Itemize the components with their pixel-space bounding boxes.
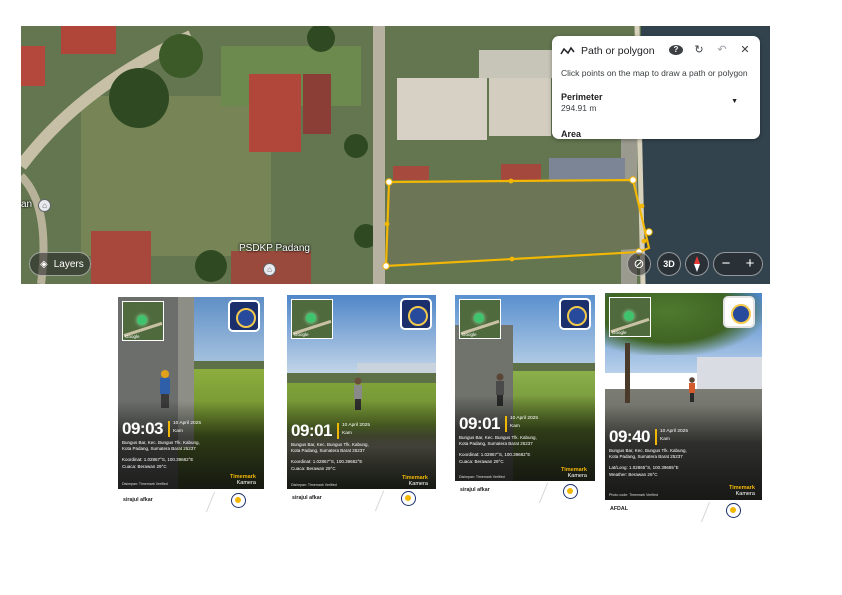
photo-address-2: Kota Padang, Sumatera Barat 25237	[459, 441, 533, 446]
zoom-in-button[interactable]: +	[738, 253, 762, 275]
layers-button[interactable]: ◈ Layers	[29, 252, 91, 276]
photo-date: 10 April 2025	[660, 429, 689, 434]
agency-badge-icon	[231, 493, 246, 508]
panel-title: Path or polygon	[581, 45, 655, 57]
photo-minimap: Google	[291, 299, 333, 339]
photo-verified: Disimpan: Timemark Verified	[122, 482, 168, 486]
geotag-photo[interactable]: Google 09:01 10 April 2025 Kam Bungus Ba…	[455, 295, 595, 481]
zoom-control: − +	[713, 252, 763, 276]
agency-emblem-icon	[228, 300, 260, 332]
photo-day: Kam	[510, 424, 520, 429]
photo-brand: Timemark Kamera	[729, 485, 755, 497]
worker-figure	[689, 377, 695, 402]
photographer-name: sirajul afkar	[460, 487, 490, 493]
place-label-left: an	[21, 199, 33, 210]
layers-label: Layers	[53, 258, 84, 270]
geotag-photo[interactable]: Google 09:01 10 April 2025 Kam Bungus Ba…	[287, 295, 436, 489]
photo-coordinates: Koordinat: 1.02867°S, 100.39682°E	[291, 459, 363, 464]
area-label: Area	[561, 129, 582, 139]
path-icon	[560, 46, 575, 55]
path-polygon-panel: Path or polygon ? ↻ ↶ ✕ Click points on …	[552, 36, 760, 139]
photo-time: 09:01	[459, 414, 500, 433]
photo-weather: Cuaca: Berawan 29°C	[122, 464, 167, 469]
photo-card[interactable]: Google 09:01 10 April 2025 Kam Bungus Ba…	[455, 295, 595, 507]
place-pin-psdkp-icon[interactable]: ⌂	[263, 263, 276, 276]
photo-day: Kam	[342, 431, 352, 436]
photo-day: Kam	[173, 429, 183, 434]
compass-button[interactable]	[685, 252, 709, 276]
undo-icon[interactable]: ↶	[715, 43, 729, 56]
photo-address-2: Kota Padang, Sumatera Barat 25237	[609, 454, 683, 459]
photo-day: Kam	[660, 437, 670, 442]
agency-emblem-icon	[559, 298, 591, 330]
photo-date: 10 April 2025	[173, 421, 202, 426]
photo-date: 10 April 2025	[342, 423, 371, 428]
agency-badge-icon	[726, 503, 741, 518]
photo-brand: Timemark Kamera	[230, 474, 256, 486]
photo-time: 09:01	[291, 421, 332, 440]
photo-minimap: Google	[122, 301, 164, 341]
photo-weather: Cuaca: Berawan 29°C	[291, 466, 336, 471]
place-pin-icon[interactable]: ⌂	[38, 199, 51, 212]
tilt-off-icon: ⊘	[633, 256, 645, 271]
geotag-photo[interactable]: Google 09:03 10 April 2025 Kam Bungus Ba…	[118, 297, 264, 489]
zoom-out-button[interactable]: −	[714, 253, 738, 275]
photographer-name: AFDAL	[610, 506, 628, 512]
perimeter-dropdown-icon[interactable]: ▼	[731, 98, 738, 105]
photographer-name: sirajul afkar	[123, 497, 153, 503]
perimeter-label: Perimeter	[561, 92, 603, 102]
photo-footer: sirajul afkar	[287, 489, 436, 515]
photo-coordinates: Koordinat: 1.02867°S, 100.39682°E	[459, 452, 531, 457]
geotag-photo[interactable]: Google 09:40 10 April 2025 Kam Bungus Ba…	[605, 293, 762, 500]
layers-icon: ◈	[40, 258, 48, 270]
agency-emblem-icon	[400, 298, 432, 330]
photo-time: 09:03	[122, 419, 163, 438]
photo-minimap: Google	[609, 297, 651, 337]
photo-date: 10 April 2025	[510, 416, 539, 421]
photo-footer: sirajul afkar	[455, 481, 595, 507]
photo-weather: Cuaca: Berawan 29°C	[459, 459, 504, 464]
help-icon[interactable]: ?	[669, 43, 683, 56]
3d-button[interactable]: 3D	[657, 252, 681, 276]
photo-coordinates: Lat/Long: 1.02865°S, 100.39685°E	[609, 465, 679, 470]
photo-address-2: Kota Padang, Sumatera Barat 25237	[291, 448, 365, 453]
photo-weather: Weather: Berawan 26°C	[609, 472, 658, 477]
photo-card[interactable]: Google 09:03 10 April 2025 Kam Bungus Ba…	[118, 297, 264, 515]
agency-emblem-icon	[723, 296, 755, 328]
place-label-psdkp: PSDKP Padang	[239, 243, 310, 254]
photo-footer: AFDAL	[605, 500, 762, 526]
perimeter-value: 294.91 m	[561, 103, 597, 113]
panel-instruction: Click points on the map to draw a path o…	[561, 68, 748, 78]
photo-brand: Timemark Kamera	[561, 467, 587, 479]
photo-footer: sirajul afkar	[118, 489, 264, 515]
agency-badge-icon	[401, 491, 416, 506]
photo-minimap: Google	[459, 299, 501, 339]
photo-address-2: Kota Padang, Sumatera Barat 25237	[122, 446, 196, 451]
photo-brand: Timemark Kamera	[402, 475, 428, 487]
photographer-name: sirajul afkar	[292, 495, 322, 501]
photo-time: 09:40	[609, 427, 650, 446]
photo-card[interactable]: Google 09:01 10 April 2025 Kam Bungus Ba…	[287, 295, 436, 515]
agency-badge-icon	[563, 484, 578, 499]
photo-verified: Photo code: Timemark Verified	[609, 493, 658, 497]
close-icon[interactable]: ✕	[738, 43, 752, 56]
photo-card[interactable]: Google 09:40 10 April 2025 Kam Bungus Ba…	[605, 293, 762, 526]
photo-coordinates: Koordinat: 1.02867°S, 100.39682°E	[122, 457, 194, 462]
tilt-toggle-button[interactable]: ⊘	[627, 252, 651, 276]
refresh-icon[interactable]: ↻	[692, 43, 706, 56]
photo-verified: Disimpan: Timemark Verified	[459, 475, 505, 479]
compass-icon	[694, 256, 700, 272]
photo-verified: Disimpan: Timemark Verified	[291, 483, 337, 487]
